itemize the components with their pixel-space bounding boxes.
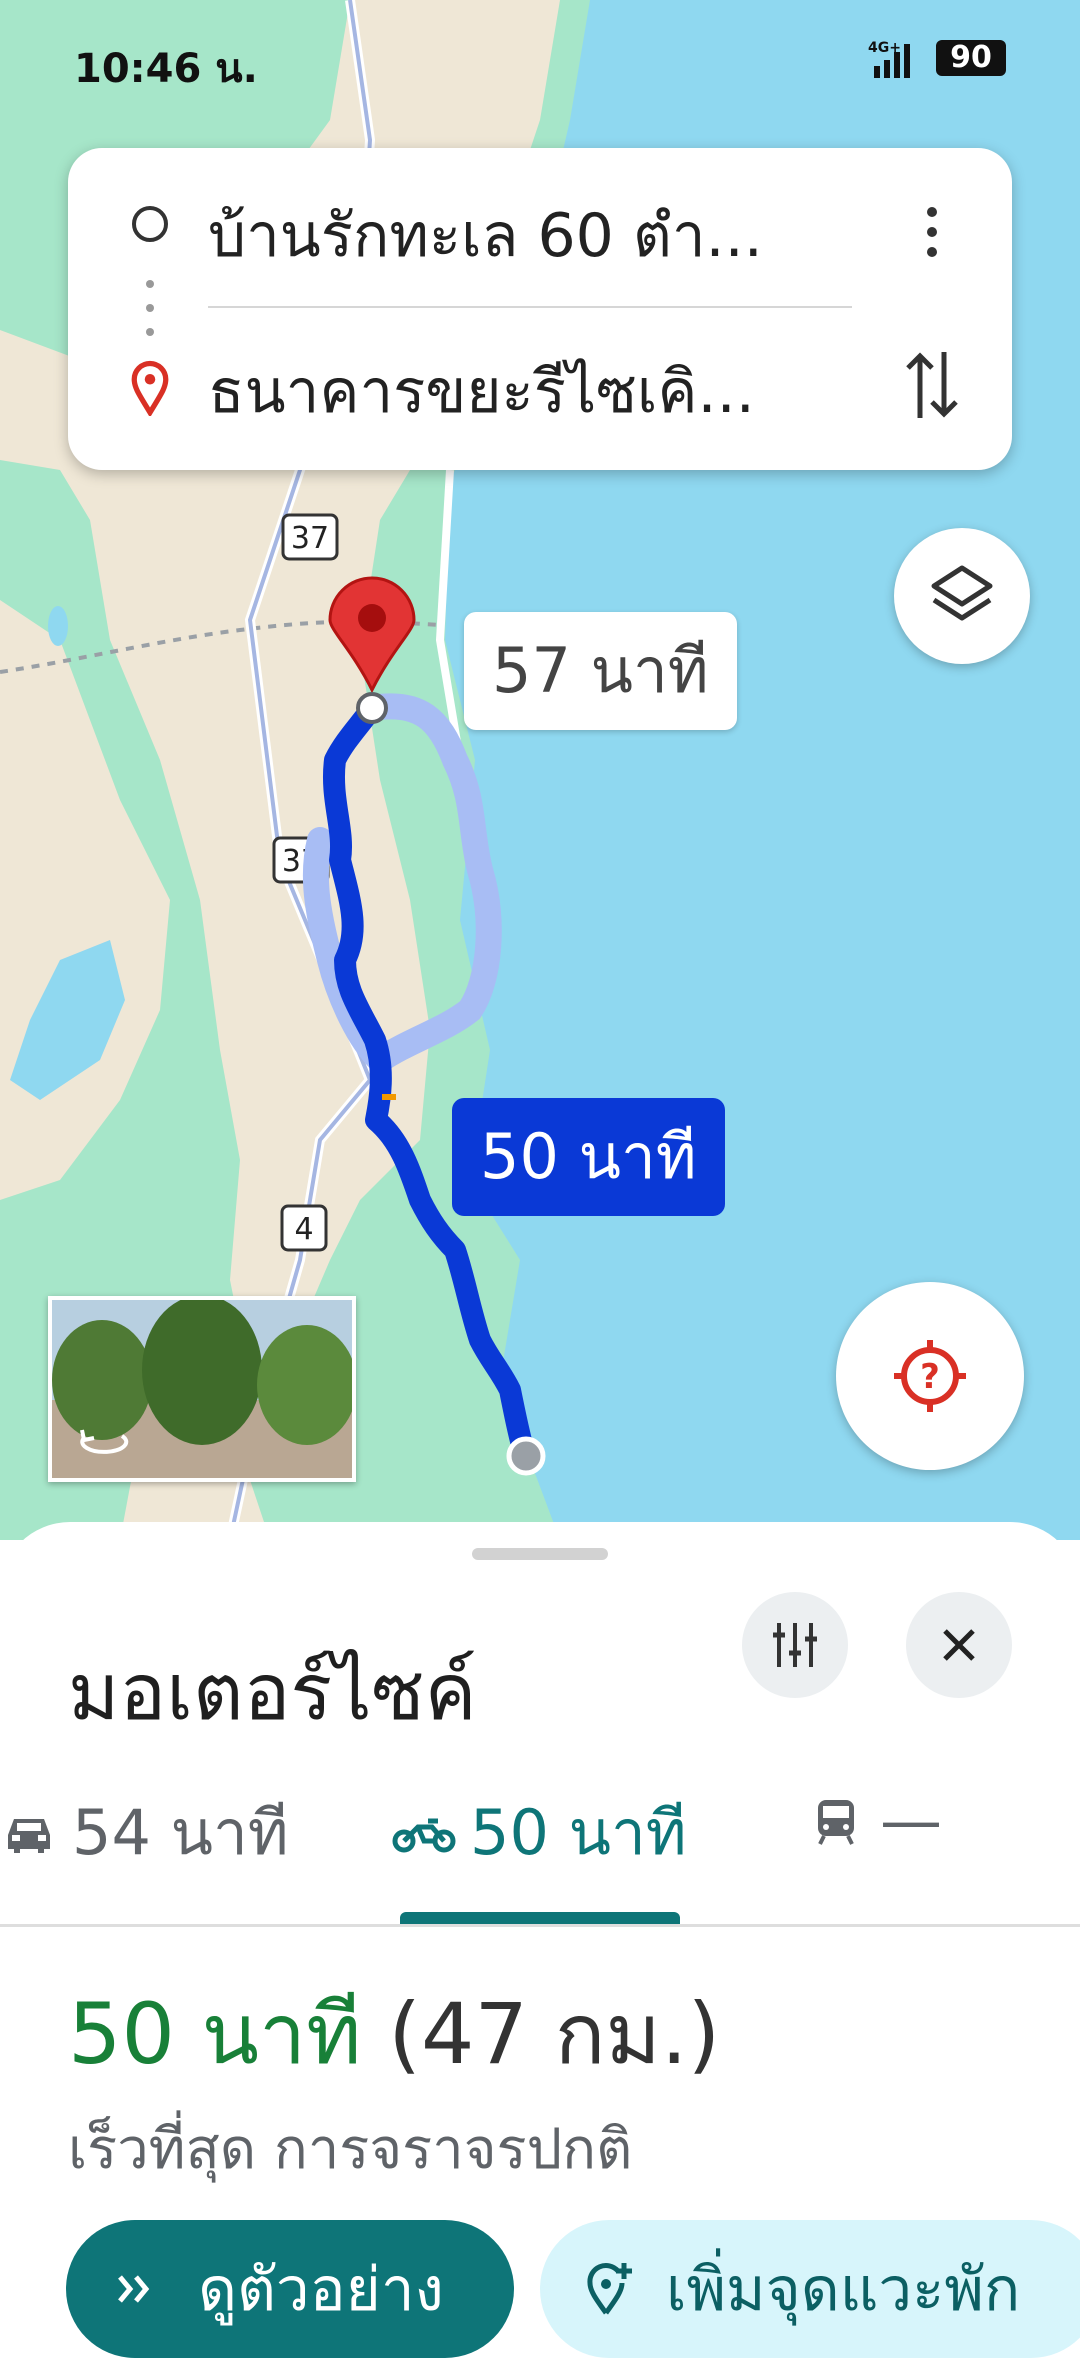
tab-motorcycle-label: 50 นาที: [470, 1796, 687, 1869]
street-view-thumbnail[interactable]: [48, 1296, 356, 1482]
origin-circle-icon: [132, 206, 168, 242]
car-icon: [8, 1819, 50, 1853]
route-options-button[interactable]: [742, 1592, 848, 1698]
directions-bottom-sheet: มอเตอร์ไซค์ 54 นาที 50 นาที — 50 นาที (4…: [0, 1522, 1080, 2376]
search-divider: [208, 306, 852, 308]
alternate-route-duration-label[interactable]: 57 นาที: [464, 612, 737, 730]
add-location-icon: [587, 2263, 632, 2315]
route-dots-icon: [146, 280, 154, 336]
layers-icon: [931, 565, 993, 621]
tab-drive[interactable]: 54 นาที: [4, 1784, 289, 1882]
preview-button-label: ดูตัวอย่าง: [198, 2254, 444, 2325]
motorcycle-icon: [392, 1818, 456, 1853]
swap-icon[interactable]: [902, 348, 962, 422]
road-shield-4: 4: [280, 1204, 328, 1252]
route-summary: 50 นาที (47 กม.): [68, 1966, 720, 2100]
battery-indicator: 90: [936, 40, 1006, 76]
transit-icon: [818, 1799, 854, 1845]
close-button[interactable]: [906, 1592, 1012, 1698]
route-subtitle: เร็วที่สุด การจราจรปกติ: [68, 2117, 633, 2182]
my-location-button[interactable]: ?: [836, 1282, 1024, 1470]
destination-pin-icon: [131, 360, 169, 416]
tune-icon: [773, 1623, 817, 1667]
sheet-title: มอเตอร์ไซค์: [68, 1648, 477, 1738]
status-bar: 10:46 น. 4G+ 90: [0, 0, 1080, 120]
status-time: 10:46 น.: [74, 46, 258, 92]
close-icon: [943, 1629, 975, 1661]
destination-input[interactable]: ธนาคารขยะรีไซเคิ...: [208, 344, 755, 439]
svg-text:4: 4: [294, 1212, 313, 1247]
tabs-divider: [0, 1924, 1080, 1927]
tab-motorcycle[interactable]: 50 นาที: [392, 1784, 687, 1882]
location-unknown-icon: ?: [894, 1340, 966, 1412]
add-stop-button-label: เพิ่มจุดแวะพัก: [666, 2254, 1021, 2325]
selected-route-duration-label[interactable]: 50 นาที: [452, 1098, 725, 1216]
add-stop-button[interactable]: เพิ่มจุดแวะพัก: [540, 2220, 1080, 2358]
double-chevron-icon: [118, 2275, 150, 2303]
route-distance: (47 กม.): [388, 1985, 721, 2083]
route-duration: 50 นาที: [68, 1985, 362, 2083]
more-options-icon[interactable]: [920, 204, 944, 260]
origin-marker[interactable]: [506, 1436, 546, 1476]
layers-button[interactable]: [894, 528, 1030, 664]
tab-drive-label: 54 นาที: [72, 1796, 289, 1869]
svg-text:37: 37: [291, 521, 329, 556]
road-shield-37: 37: [281, 513, 339, 561]
tab-transit[interactable]: —: [814, 1784, 942, 1857]
preview-button[interactable]: ดูตัวอย่าง: [66, 2220, 514, 2358]
selected-tab-indicator: [400, 1912, 680, 1924]
route-search-card: บ้านรักทะเล 60 ตำ... ธนาคารขยะรีไซเคิ...: [68, 148, 1012, 470]
sheet-drag-handle[interactable]: [472, 1548, 608, 1560]
svg-text:?: ?: [920, 1357, 940, 1397]
tab-transit-label: —: [880, 1784, 942, 1857]
signal-icon: 4G+: [868, 38, 922, 84]
origin-input[interactable]: บ้านรักทะเล 60 ตำ...: [208, 188, 763, 283]
